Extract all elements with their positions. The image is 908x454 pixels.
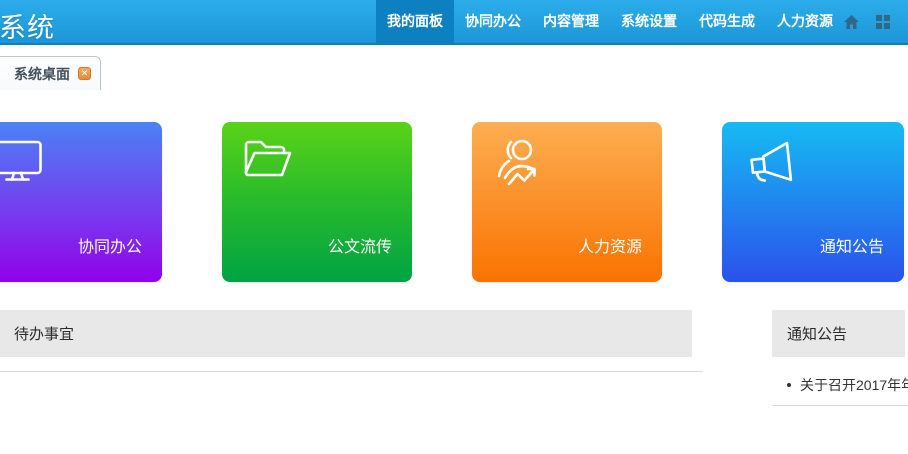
tile-notices[interactable]: 通知公告 xyxy=(722,122,904,282)
notice-list-item[interactable]: 关于召开2017年年 xyxy=(772,372,908,398)
tile-document-flow[interactable]: 公文流传 xyxy=(222,122,412,282)
bullet-icon xyxy=(787,383,791,387)
tile-label: 通知公告 xyxy=(820,233,884,257)
nav-item-code-gen[interactable]: 代码生成 xyxy=(688,0,766,43)
home-icon[interactable] xyxy=(844,15,859,29)
tile-label: 人力资源 xyxy=(578,233,642,257)
nav-item-system-settings[interactable]: 系统设置 xyxy=(610,0,688,43)
tile-label: 公文流传 xyxy=(328,233,392,257)
todo-panel-header: 待办事宜 xyxy=(0,310,692,357)
tile-label: 协同办公 xyxy=(78,233,142,257)
grid-icon[interactable] xyxy=(876,15,891,29)
nav-item-content-mgmt[interactable]: 内容管理 xyxy=(532,0,610,43)
app-header: 系统 我的面板 协同办公 内容管理 系统设置 代码生成 人力资源 xyxy=(0,0,908,45)
desktop-page: 系统 我的面板 协同办公 内容管理 系统设置 代码生成 人力资源 系统桌面 ✕ xyxy=(0,0,908,454)
notice-panel-title: 通知公告 xyxy=(787,323,847,344)
notice-panel-header: 通知公告 xyxy=(772,310,905,357)
nav-item-my-dashboard[interactable]: 我的面板 xyxy=(376,0,454,43)
nav-item-hr[interactable]: 人力资源 xyxy=(766,0,844,43)
folder-open-icon xyxy=(243,138,295,187)
monitor-icon xyxy=(0,138,43,189)
top-nav: 我的面板 协同办公 内容管理 系统设置 代码生成 人力资源 xyxy=(376,0,844,43)
notice-panel-divider xyxy=(772,405,908,406)
person-growth-icon xyxy=(493,138,543,193)
tab-bar: 系统桌面 ✕ xyxy=(0,56,908,90)
tile-collaboration[interactable]: 协同办公 xyxy=(0,122,162,282)
app-title: 系统 xyxy=(0,6,55,45)
notice-item-text: 关于召开2017年年 xyxy=(800,375,908,395)
tile-hr[interactable]: 人力资源 xyxy=(472,122,662,282)
tab-label: 系统桌面 xyxy=(14,64,70,84)
nav-item-collaboration[interactable]: 协同办公 xyxy=(454,0,532,43)
todo-panel-title: 待办事宜 xyxy=(14,323,74,344)
megaphone-icon xyxy=(743,138,795,193)
todo-panel-divider xyxy=(0,371,703,372)
tab-system-desktop[interactable]: 系统桌面 ✕ xyxy=(0,56,101,90)
tab-close-icon[interactable]: ✕ xyxy=(78,67,91,80)
